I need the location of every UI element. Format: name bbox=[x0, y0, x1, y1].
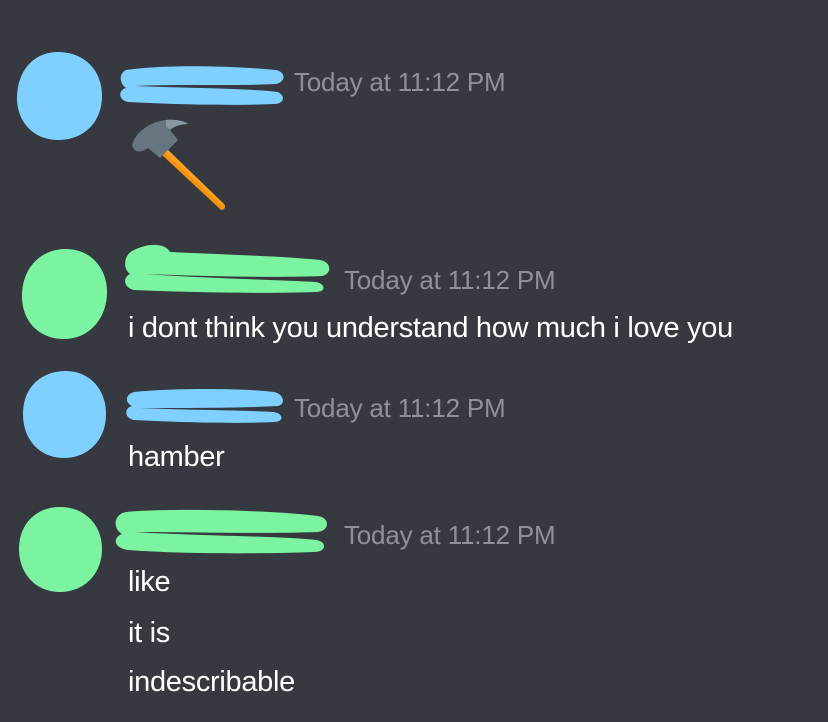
username-redacted[interactable] bbox=[110, 504, 332, 556]
avatar-scribble bbox=[23, 370, 106, 458]
username-redacted[interactable] bbox=[120, 240, 334, 296]
avatar[interactable] bbox=[14, 50, 104, 142]
message-text: hamber bbox=[128, 441, 225, 473]
message-timestamp: Today at 11:12 PM bbox=[344, 520, 556, 550]
redaction-scribble bbox=[115, 509, 327, 554]
avatar[interactable] bbox=[20, 368, 108, 460]
message-timestamp: Today at 11:12 PM bbox=[344, 265, 556, 295]
username-redacted[interactable] bbox=[122, 384, 286, 424]
message-text: it is bbox=[128, 617, 171, 649]
avatar-scribble bbox=[16, 52, 102, 140]
redaction-scribble bbox=[126, 389, 283, 423]
message-text: i dont think you understand how much i l… bbox=[128, 312, 733, 344]
avatar[interactable] bbox=[18, 246, 110, 342]
avatar-scribble bbox=[21, 248, 108, 340]
message-timestamp: Today at 11:12 PM bbox=[294, 67, 506, 97]
redaction-scribble bbox=[120, 66, 284, 105]
message-timestamp: Today at 11:12 PM bbox=[294, 393, 506, 423]
redaction-scribble bbox=[125, 244, 330, 293]
chat-message-list: Today at 11:12 PM Today at 11:12 PM i do… bbox=[0, 0, 828, 722]
message-text: like bbox=[128, 566, 171, 598]
avatar[interactable] bbox=[16, 504, 104, 594]
hammer-icon bbox=[126, 112, 236, 214]
username-redacted[interactable] bbox=[116, 60, 288, 108]
avatar-scribble bbox=[19, 507, 102, 592]
message-text: indescribable bbox=[128, 666, 295, 698]
